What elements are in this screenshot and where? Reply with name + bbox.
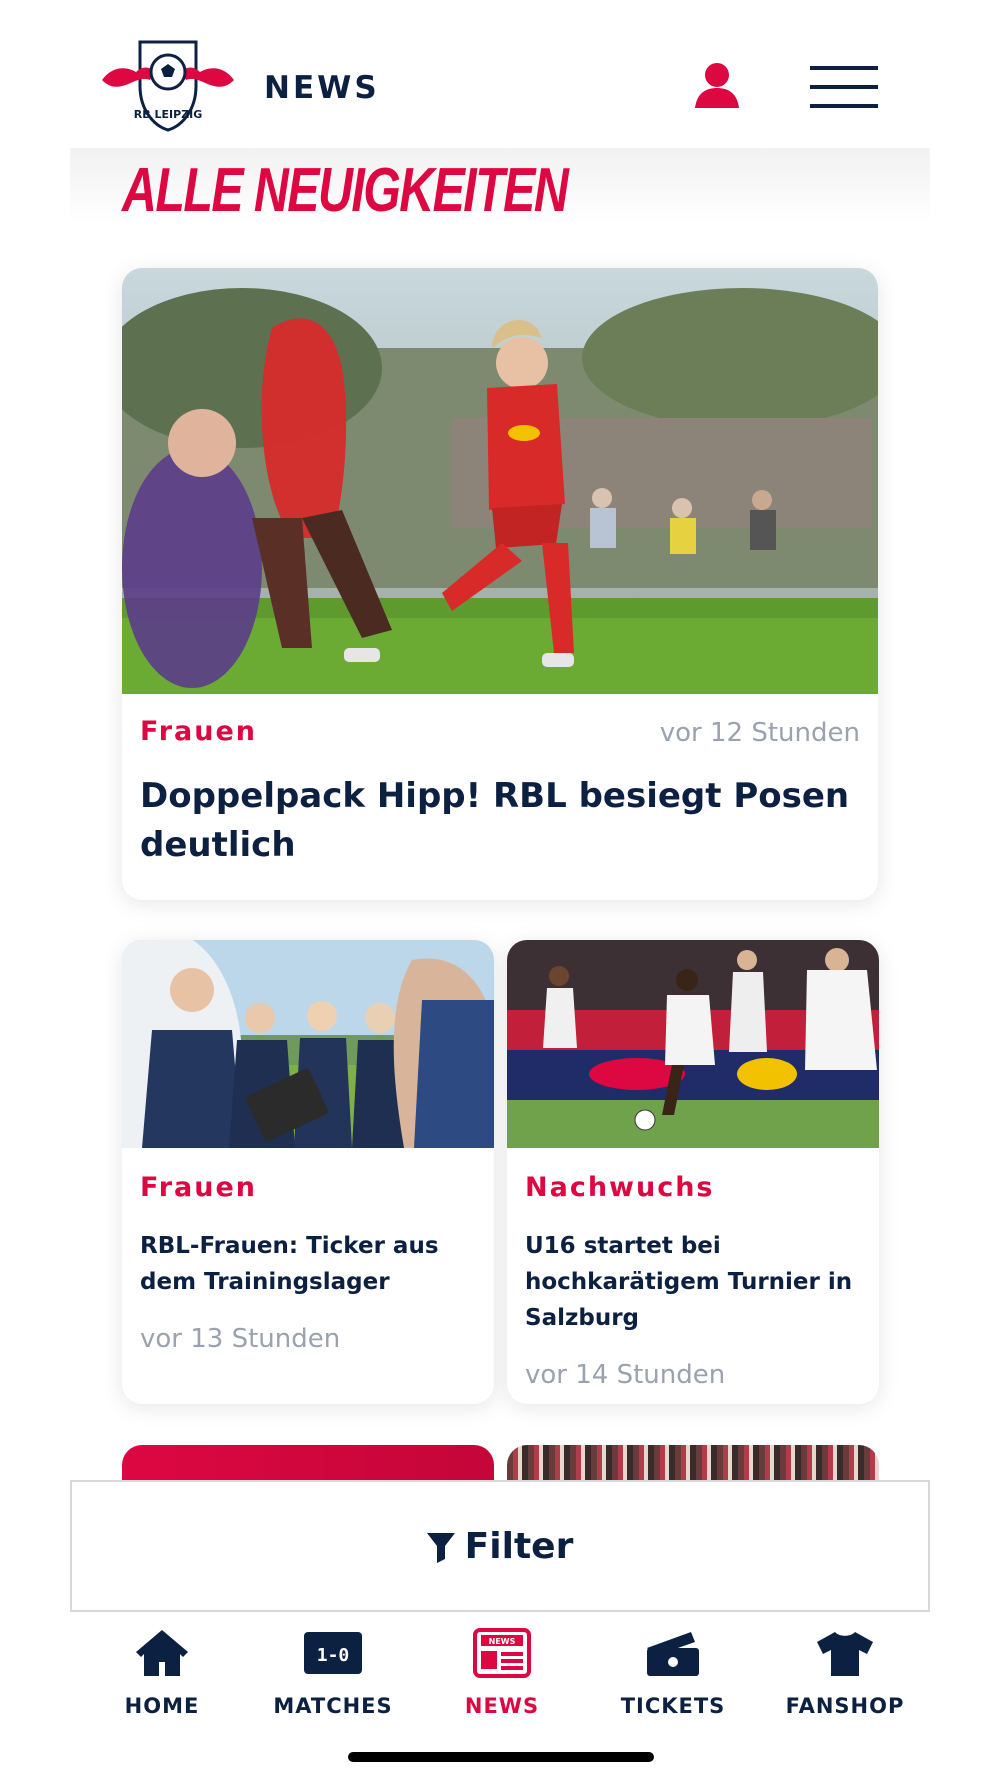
filter-button[interactable]: Filter: [70, 1480, 930, 1612]
article-title: RBL-Frauen: Ticker aus dem Trainingslage…: [140, 1233, 439, 1295]
article-category: Nachwuchs: [525, 1172, 715, 1203]
tab-news[interactable]: NEWS NEWS: [422, 1628, 582, 1738]
logo-text: RB LEIPZIG: [134, 108, 202, 121]
tab-home[interactable]: HOME: [82, 1628, 242, 1738]
article-time: vor 14 Stunden: [525, 1360, 726, 1390]
article-image: [122, 940, 494, 1148]
hamburger-menu-icon[interactable]: [810, 66, 878, 108]
article-image: [122, 268, 878, 694]
article-category: Frauen: [140, 716, 258, 747]
tab-label: HOME: [124, 1694, 200, 1718]
news-icon-text: NEWS: [489, 1637, 516, 1646]
article-image: [507, 940, 879, 1148]
article-category: Frauen: [140, 1172, 258, 1203]
article-time: vor 13 Stunden: [140, 1324, 341, 1354]
tab-fanshop[interactable]: FANSHOP: [765, 1628, 925, 1738]
scoreboard-icon: 1-0: [304, 1632, 362, 1674]
article-card[interactable]: Nachwuchs U16 startet bei hochkarätigem …: [507, 940, 879, 1404]
tab-label: FANSHOP: [785, 1694, 905, 1718]
rb-leipzig-logo[interactable]: RB LEIPZIG: [98, 40, 238, 132]
tab-tickets[interactable]: TICKETS: [593, 1628, 753, 1738]
news-icon: NEWS: [473, 1628, 531, 1678]
app-frame: RB LEIPZIG NEWS ALLE NEUIGKEITEN Frauen …: [70, 0, 930, 1778]
tab-label: MATCHES: [273, 1694, 393, 1718]
page-title: ALLE NEUIGKEITEN: [122, 156, 569, 225]
home-icon: [136, 1630, 188, 1676]
shirt-icon: [817, 1632, 873, 1676]
article-card[interactable]: Frauen RBL-Frauen: Ticker aus dem Traini…: [122, 940, 494, 1404]
tab-matches[interactable]: 1-0 MATCHES: [253, 1628, 413, 1738]
ticket-icon: [647, 1632, 699, 1676]
featured-article-card[interactable]: Frauen vor 12 Stunden Doppelpack Hipp! R…: [122, 268, 878, 900]
tab-label: NEWS: [464, 1694, 540, 1718]
filter-label: Filter: [464, 1525, 574, 1567]
article-title: U16 startet bei hochkarätigem Turnier in…: [525, 1233, 853, 1331]
scoreboard-text: 1-0: [317, 1645, 350, 1666]
header-title: NEWS: [264, 70, 380, 106]
app-header: RB LEIPZIG NEWS: [70, 0, 930, 148]
article-title: Doppelpack Hipp! RBL besiegt Posen deutl…: [140, 776, 850, 865]
filter-icon: [426, 1533, 455, 1563]
article-time: vor 12 Stunden: [659, 718, 860, 748]
home-indicator: [348, 1752, 654, 1762]
user-icon[interactable]: [693, 62, 741, 108]
tab-label: TICKETS: [620, 1694, 726, 1718]
